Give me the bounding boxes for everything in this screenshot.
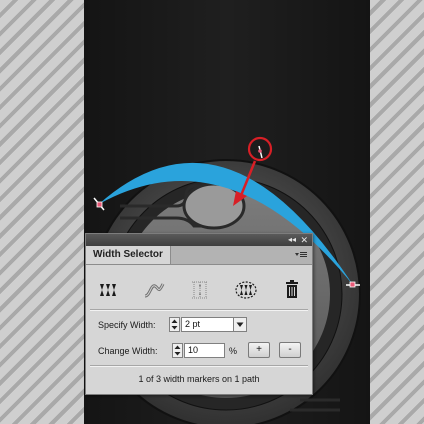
decrease-width-button[interactable]: - [279, 342, 301, 358]
change-width-field[interactable]: 10 [184, 343, 225, 358]
adjust-width-icon[interactable] [188, 278, 212, 302]
panel-menu-icon[interactable] [294, 249, 308, 261]
divider-bottom [90, 365, 308, 367]
specify-width-field[interactable]: 2 pt [181, 317, 235, 332]
percent-unit: % [229, 346, 238, 356]
artboard: ◂◂ ✕ Width Selector Specify Width: 2 pt … [0, 0, 424, 424]
divider-top [90, 309, 308, 311]
specify-width-stepper[interactable] [169, 317, 180, 332]
panel-title-bar[interactable]: ◂◂ ✕ [86, 234, 312, 246]
increase-width-button[interactable]: + [248, 342, 270, 358]
width-point-icon[interactable] [96, 278, 120, 302]
specify-width-dropdown[interactable] [233, 317, 247, 332]
collapse-panel-button[interactable]: ◂◂ [288, 234, 296, 246]
trash-icon[interactable] [280, 278, 304, 302]
change-width-stepper[interactable] [172, 343, 183, 358]
panel-tab-bar: Width Selector [86, 246, 312, 265]
close-panel-button[interactable]: ✕ [300, 234, 308, 246]
status-text: 1 of 3 width markers on 1 path [138, 374, 260, 384]
tab-width-selector[interactable]: Width Selector [86, 246, 171, 264]
select-markers-icon[interactable] [234, 278, 258, 302]
width-selector-panel: ◂◂ ✕ Width Selector Specify Width: 2 pt … [85, 233, 313, 395]
stroke-curve-icon[interactable] [142, 278, 166, 302]
tool-icon-row [96, 278, 300, 302]
specify-width-label: Specify Width: [98, 320, 156, 330]
change-width-label: Change Width: [98, 346, 158, 356]
